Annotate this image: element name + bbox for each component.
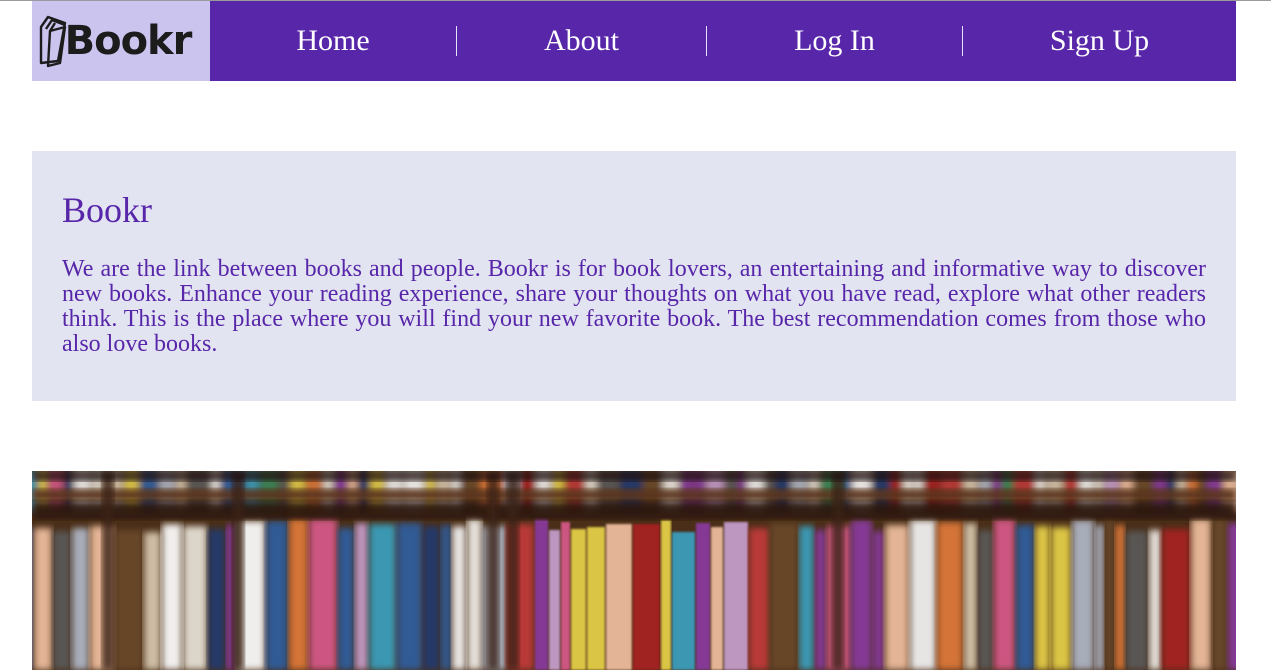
nav-about[interactable]: About [457, 1, 706, 81]
nav-log-in[interactable]: Log In [707, 1, 962, 81]
intro-title: Bookr [62, 190, 152, 230]
intro-section: Bookr We are the link between books and … [32, 151, 1236, 401]
intro-text: We are the link between books and people… [62, 255, 1206, 357]
nav-home[interactable]: Home [210, 1, 456, 81]
nav-sign-up[interactable]: Sign Up [963, 1, 1236, 81]
bookshelf-photo [32, 471, 1236, 670]
main-nav: Home About Log In Sign Up [210, 1, 1236, 81]
logo[interactable]: Bookr [32, 1, 210, 81]
logo-text: Bookr [64, 18, 193, 64]
books-stack-icon [39, 15, 66, 68]
site-header: Bookr Home About Log In Sign Up [32, 1, 1236, 81]
